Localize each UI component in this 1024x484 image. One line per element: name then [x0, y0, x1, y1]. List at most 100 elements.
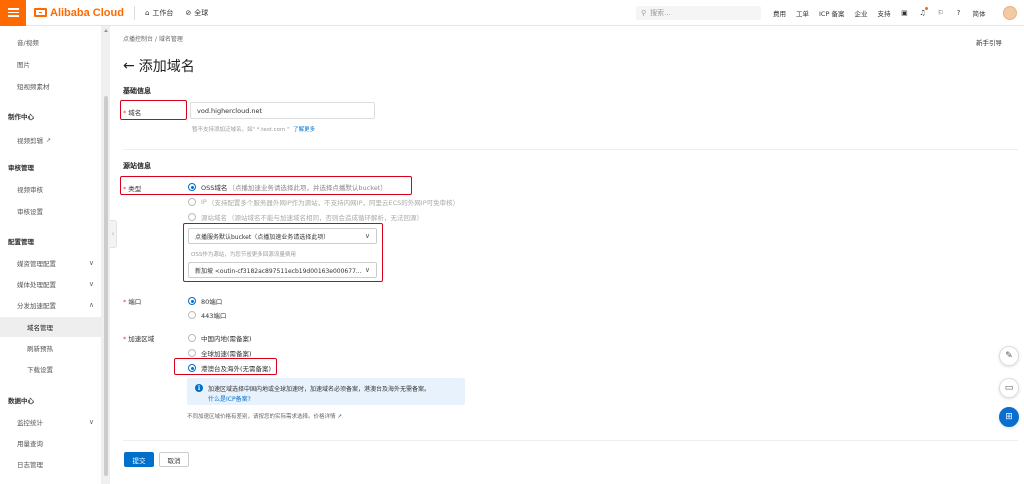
radio-unselected[interactable]: [188, 334, 196, 342]
sidebar-item-download-settings[interactable]: 下载设置: [0, 359, 102, 379]
port-label-text: 端口: [128, 298, 142, 306]
divider: [123, 149, 1018, 150]
domain-label: * 域名: [123, 107, 141, 117]
chevron-left-icon: ‹: [111, 230, 115, 238]
chevron-up-icon: ∧: [88, 301, 94, 309]
top-link-tickets[interactable]: 工单: [796, 8, 809, 18]
sidebar-item-label: 音/视频: [17, 39, 39, 47]
search-placeholder: 搜索...: [650, 9, 671, 17]
bell-icon[interactable]: ♫: [918, 7, 929, 17]
type-label: * 类型: [123, 183, 141, 193]
bucket-select[interactable]: 点播服务默认bucket（点播加速业务请选择此项） ∨: [188, 228, 377, 244]
beginner-guide-link[interactable]: 新手引导: [976, 37, 1002, 47]
menu-icon[interactable]: [0, 0, 26, 26]
sidebar-item-monitoring[interactable]: 监控统计 ∨: [0, 412, 102, 432]
sidebar-item-video-audit[interactable]: 视频审核: [0, 179, 102, 199]
search-input[interactable]: ⚲ 搜索...: [636, 6, 761, 20]
radio-selected[interactable]: [188, 183, 196, 191]
edit-icon[interactable]: ✎: [999, 346, 1019, 366]
sidebar-group-data: 数据中心: [0, 390, 102, 410]
globe-icon: ⊘: [185, 8, 192, 17]
avatar[interactable]: [1003, 6, 1017, 20]
type-option-label: IP: [201, 198, 207, 206]
price-note-text[interactable]: 不同加速区域价格有差别，请按您的实际需求选择。价格详情: [187, 414, 336, 420]
language-switch[interactable]: 简体: [972, 8, 985, 18]
learn-more-link[interactable]: 了解更多: [293, 127, 315, 133]
required-mark: *: [123, 185, 127, 193]
sidebar-item-usage[interactable]: 用量查询: [0, 433, 102, 453]
home-icon: ⌂: [144, 8, 150, 17]
type-option-oss[interactable]: OSS域名 （点播加速业务请选择此项，并选择点播默认bucket）: [188, 182, 387, 192]
radio-selected[interactable]: [188, 297, 196, 305]
radio-unselected[interactable]: [188, 311, 196, 319]
scroll-up-icon[interactable]: [104, 29, 108, 32]
region-option-mainland[interactable]: 中国内地(需备案): [188, 333, 252, 343]
brand-logo[interactable]: Alibaba Cloud: [34, 7, 124, 19]
external-link-icon[interactable]: ↗: [336, 414, 342, 420]
screen-icon[interactable]: ▣: [900, 9, 908, 17]
type-option-desc: （源站域名不能与加速域名相同，否则会造成循环解析，无法回源）: [228, 214, 423, 222]
sidebar-item-label: 媒资管理配置: [17, 260, 56, 268]
sidebar-item-video-edit[interactable]: 视频剪辑 ↗: [0, 130, 102, 150]
top-link-enterprise[interactable]: 企业: [854, 8, 867, 18]
info-icon: i: [195, 384, 203, 392]
info-text: 加速区域选择中国内地或全球加速时，加速域名必须备案，港澳台及海外无需备案。: [208, 386, 431, 393]
sidebar-item-label: 媒体处理配置: [17, 281, 56, 289]
what-is-icp-link[interactable]: 什么是ICP备案?: [208, 394, 251, 403]
sidebar-scrollbar[interactable]: [102, 26, 110, 484]
type-option-ip[interactable]: IP （支持配置多个服务器外网IP作为源站，不支持内网IP，阿里云ECS的外网IP…: [188, 197, 459, 207]
help-icon[interactable]: ?: [954, 9, 962, 17]
sidebar-item-label: 日志管理: [17, 461, 43, 469]
sidebar-item-media-config[interactable]: 媒资管理配置 ∨: [0, 253, 102, 273]
sidebar-item-image[interactable]: 图片: [0, 54, 102, 74]
sidebar-item-distribution-config[interactable]: 分发加速配置 ∧: [0, 295, 102, 315]
brand-name: Alibaba Cloud: [50, 6, 124, 19]
region-option-label: 港澳台及海外(无需备案): [201, 365, 272, 373]
region-link[interactable]: ⊘ 全球: [185, 8, 208, 18]
sidebar-item-label: 图片: [17, 61, 30, 69]
sidebar-item-media[interactable]: 音/视频: [0, 32, 102, 52]
collapse-sidebar-button[interactable]: ‹: [110, 220, 117, 248]
sidebar-group-config: 配置管理: [0, 231, 102, 251]
top-link-support[interactable]: 支持: [877, 8, 890, 18]
sidebar-group-label: 审核管理: [8, 164, 34, 172]
workbench-link[interactable]: ⌂ 工作台: [145, 8, 173, 18]
type-option-origin-domain[interactable]: 源站域名 （源站域名不能与加速域名相同，否则会造成循环解析，无法回源）: [188, 212, 423, 222]
back-arrow-icon[interactable]: ←: [123, 58, 135, 74]
sidebar-item-refresh-preload[interactable]: 刷新预热: [0, 338, 102, 358]
bucket-region-select[interactable]: 新加坡 <outin-cf3182ac897511ecb19d00163e000…: [188, 262, 377, 278]
region-option-global[interactable]: 全球加速(需备案): [188, 348, 252, 358]
top-link-icp[interactable]: ICP 备案: [819, 8, 844, 18]
radio-unselected[interactable]: [188, 198, 196, 206]
apps-grid-icon[interactable]: ⊞: [999, 407, 1019, 427]
region-label: * 加速区域: [123, 333, 154, 343]
port-option-80[interactable]: 80端口: [188, 296, 222, 306]
cancel-button[interactable]: 取消: [159, 452, 189, 467]
sidebar-item-label: 分发加速配置: [17, 302, 56, 310]
sidebar-item-audit-settings[interactable]: 审核设置: [0, 201, 102, 221]
scrollbar-thumb[interactable]: [104, 96, 108, 476]
sidebar-item-label: 刷新预热: [27, 345, 53, 353]
chat-icon[interactable]: ▭: [999, 378, 1019, 398]
sidebar-item-logs[interactable]: 日志管理: [0, 454, 102, 474]
required-mark: *: [123, 298, 127, 306]
domain-input[interactable]: [190, 102, 375, 119]
submit-button[interactable]: 提交: [124, 452, 154, 467]
radio-selected[interactable]: [188, 364, 196, 372]
region-option-overseas[interactable]: 港澳台及海外(无需备案): [188, 363, 271, 373]
sidebar-item-label: 视频剪辑: [17, 137, 43, 145]
sidebar-item-processing-config[interactable]: 媒体处理配置 ∨: [0, 274, 102, 294]
breadcrumb[interactable]: 点播控制台 / 域名管理: [123, 34, 183, 43]
location-icon[interactable]: ⚐: [936, 9, 944, 17]
external-link-icon: ↗: [46, 136, 52, 144]
sidebar-item-short-video[interactable]: 短视频素材: [0, 76, 102, 96]
top-link-fees[interactable]: 费用: [773, 8, 786, 18]
port-option-443[interactable]: 443端口: [188, 310, 226, 320]
type-option-desc: （支持配置多个服务器外网IP作为源站，不支持内网IP，阿里云ECS的外网IP可免…: [207, 199, 460, 207]
radio-unselected[interactable]: [188, 213, 196, 221]
chevron-down-icon: ∨: [88, 280, 94, 288]
radio-unselected[interactable]: [188, 349, 196, 357]
sidebar-item-domain-management[interactable]: 域名管理: [0, 317, 102, 337]
chevron-down-icon: ∨: [88, 418, 94, 426]
required-mark: *: [123, 109, 127, 117]
